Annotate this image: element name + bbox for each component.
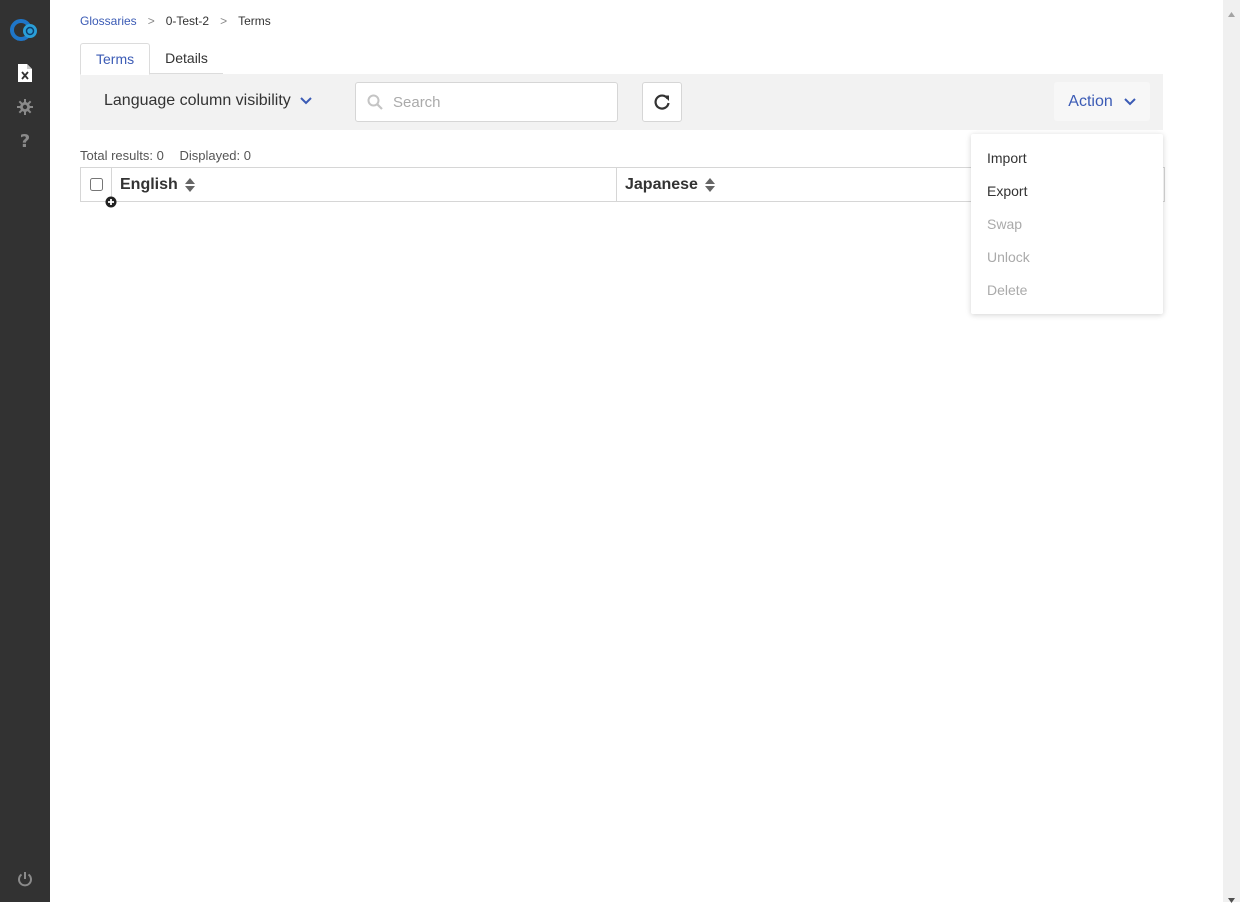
chevron-down-icon — [300, 92, 312, 110]
help-icon[interactable]: ? — [0, 126, 50, 156]
toolbar: Language column visibility Search Action — [80, 74, 1163, 130]
action-dropdown-button[interactable]: Action — [1054, 82, 1150, 121]
menu-item-delete: Delete — [987, 282, 1028, 298]
results-summary: Total results: 0 Displayed: 0 — [80, 148, 251, 163]
language-column-visibility-dropdown[interactable]: Language column visibility — [104, 92, 312, 110]
refresh-icon — [653, 93, 671, 111]
tab-details[interactable]: Details — [150, 43, 223, 74]
breadcrumb-separator: > — [147, 14, 155, 28]
sidebar: ? — [0, 0, 50, 902]
language-column-visibility-label: Language column visibility — [104, 92, 291, 109]
total-results: Total results: 0 — [80, 148, 164, 163]
search-input[interactable] — [391, 92, 595, 112]
menu-item-swap: Swap — [987, 216, 1023, 232]
app-logo-icon[interactable] — [0, 15, 50, 45]
column-header-label: English — [120, 175, 178, 193]
search-icon — [367, 94, 383, 110]
action-menu: Import Export Swap Unlock Delete — [971, 134, 1163, 314]
search-box — [355, 82, 618, 122]
breadcrumb: Glossaries > 0-Test-2 > Terms — [80, 14, 271, 28]
menu-item-import[interactable]: Import — [971, 142, 1163, 175]
scroll-down-arrow-icon[interactable] — [1228, 890, 1235, 908]
action-label: Action — [1068, 92, 1113, 110]
tab-terms[interactable]: Terms — [80, 43, 151, 75]
main-content: Glossaries > 0-Test-2 > Terms Terms Deta… — [50, 0, 1223, 902]
tab-bar: Terms Details — [80, 43, 223, 75]
displayed-results: Displayed: 0 — [179, 148, 251, 163]
refresh-button[interactable] — [642, 82, 682, 122]
glossary-file-icon[interactable] — [0, 58, 50, 88]
breadcrumb-separator: > — [220, 14, 228, 28]
power-icon[interactable] — [0, 864, 50, 894]
sort-icon — [704, 177, 715, 192]
breadcrumb-glossary-name: 0-Test-2 — [165, 14, 210, 28]
breadcrumb-glossaries-link[interactable]: Glossaries — [80, 14, 137, 28]
column-header-english[interactable]: English — [112, 168, 617, 201]
sort-icon — [184, 177, 195, 192]
menu-item-export[interactable]: Export — [971, 175, 1163, 208]
breadcrumb-current: Terms — [238, 14, 271, 28]
scroll-up-arrow-icon[interactable] — [1228, 4, 1235, 22]
menu-item-unlock: Unlock — [987, 249, 1030, 265]
select-all-checkbox[interactable] — [89, 178, 103, 191]
chevron-down-icon — [1124, 93, 1136, 111]
column-header-label: Japanese — [625, 175, 698, 193]
gear-icon[interactable] — [0, 92, 50, 122]
vertical-scrollbar[interactable] — [1223, 0, 1240, 903]
add-row-icon[interactable] — [105, 195, 117, 208]
